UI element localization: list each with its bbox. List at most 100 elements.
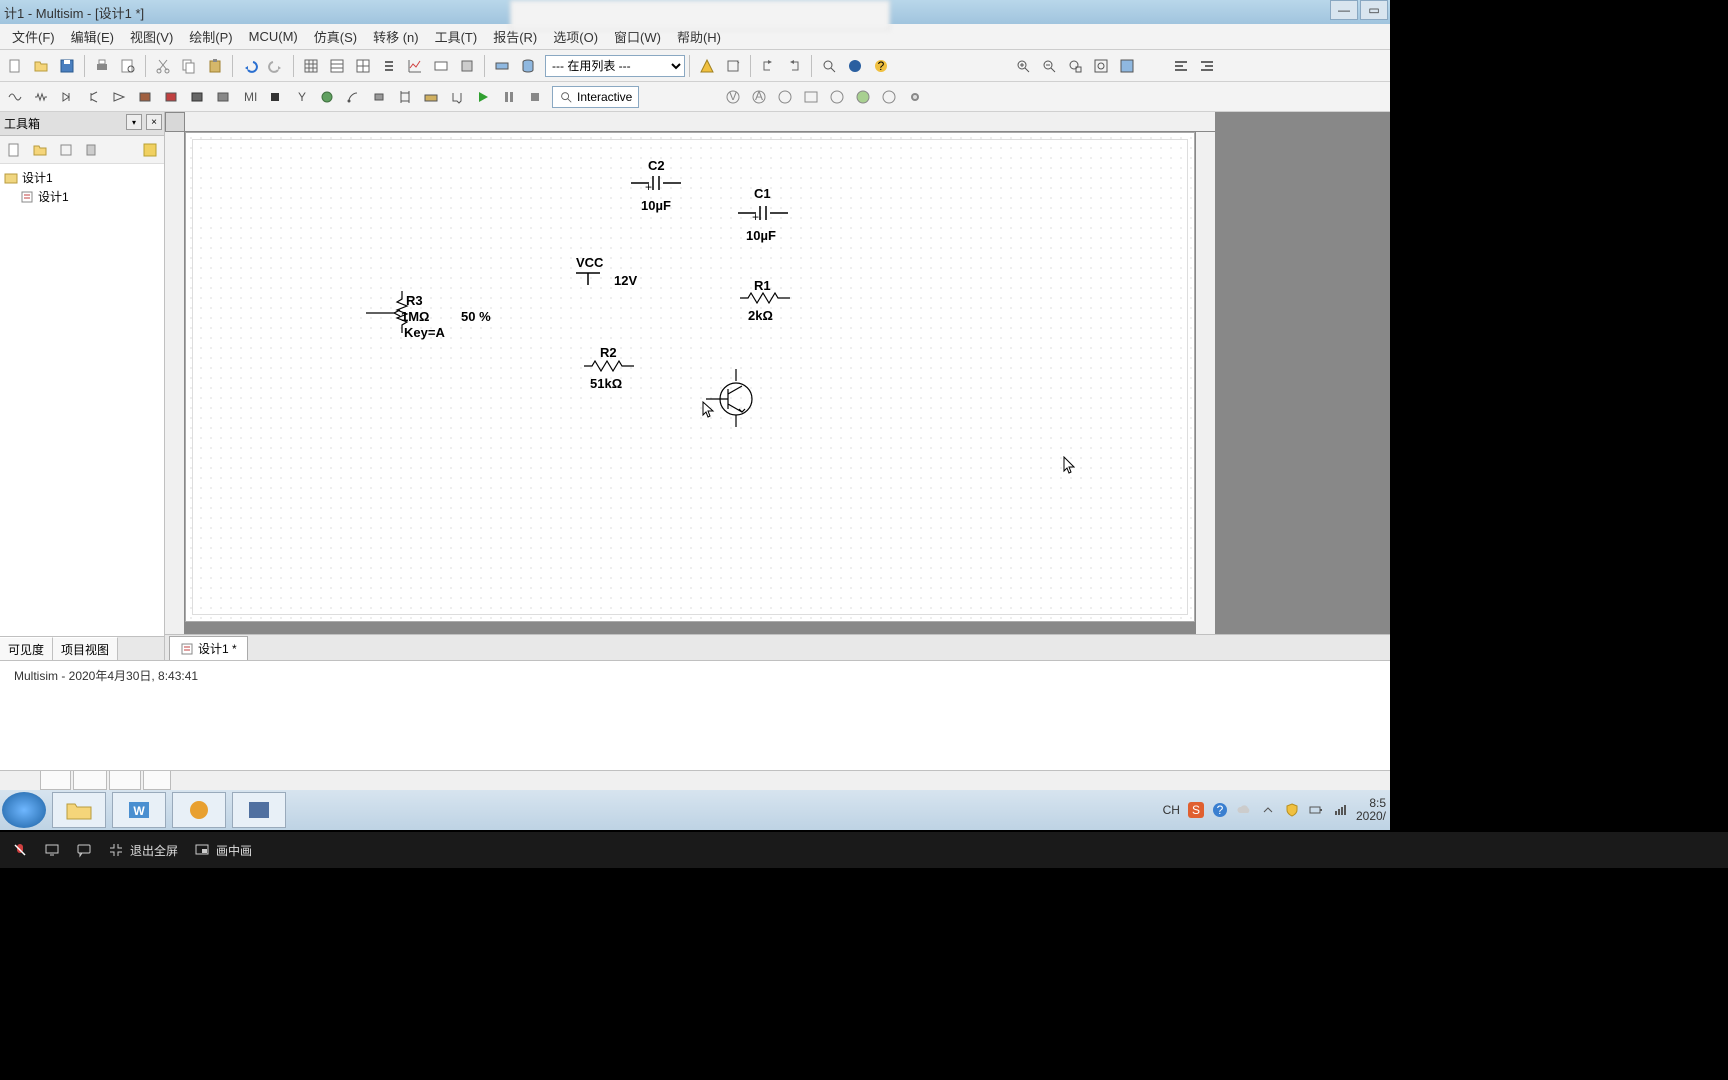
tree-child-node[interactable]: 设计1 bbox=[20, 187, 160, 206]
tool-icon[interactable] bbox=[455, 54, 479, 78]
overlay-exit-fullscreen[interactable]: 退出全屏 bbox=[108, 842, 178, 859]
undo-icon[interactable] bbox=[238, 54, 262, 78]
open-icon[interactable] bbox=[29, 54, 53, 78]
taskbar-explorer[interactable] bbox=[52, 792, 106, 828]
save-icon[interactable] bbox=[55, 54, 79, 78]
panel-open-icon[interactable] bbox=[30, 140, 50, 160]
ni-icon[interactable] bbox=[843, 54, 867, 78]
back-annotate-icon[interactable] bbox=[756, 54, 780, 78]
find-icon[interactable] bbox=[817, 54, 841, 78]
rf-icon[interactable] bbox=[341, 85, 365, 109]
tab-project-view[interactable]: 项目视图 bbox=[53, 637, 118, 660]
spreadsheet-icon[interactable] bbox=[325, 54, 349, 78]
grid-icon[interactable] bbox=[299, 54, 323, 78]
doc-tab-design1[interactable]: 设计1 * bbox=[169, 636, 248, 660]
copy-icon[interactable] bbox=[177, 54, 201, 78]
zoom-in-icon[interactable] bbox=[1011, 54, 1035, 78]
zoom-fit-icon[interactable] bbox=[1089, 54, 1113, 78]
place-bus-icon[interactable] bbox=[393, 85, 417, 109]
menu-tools[interactable]: 工具(T) bbox=[427, 24, 486, 49]
zoom-area-icon[interactable] bbox=[1063, 54, 1087, 78]
panel-save-icon[interactable] bbox=[56, 140, 76, 160]
cut-icon[interactable] bbox=[151, 54, 175, 78]
menu-view[interactable]: 视图(V) bbox=[122, 24, 181, 49]
menu-mcu[interactable]: MCU(M) bbox=[241, 26, 306, 47]
full-screen-icon[interactable] bbox=[1115, 54, 1139, 78]
menu-simulate[interactable]: 仿真(S) bbox=[306, 24, 365, 49]
taskbar-multisim[interactable] bbox=[232, 792, 286, 828]
c1-symbol[interactable]: + bbox=[738, 203, 788, 223]
hierarchical-icon[interactable] bbox=[419, 85, 443, 109]
help-icon[interactable]: ? bbox=[869, 54, 893, 78]
in-use-list-dropdown[interactable]: --- 在用列表 --- bbox=[545, 55, 685, 77]
menu-transfer[interactable]: 转移 (n) bbox=[365, 24, 427, 49]
advanced-icon[interactable] bbox=[315, 85, 339, 109]
tray-battery-icon[interactable] bbox=[1308, 802, 1324, 818]
tray-sogou-icon[interactable]: S bbox=[1188, 802, 1204, 818]
source-icon[interactable] bbox=[3, 85, 27, 109]
panel-close-icon[interactable]: × bbox=[146, 114, 162, 130]
bottom-tab-1[interactable] bbox=[40, 771, 71, 790]
tray-ime[interactable]: CH bbox=[1163, 803, 1180, 817]
overlay-pip[interactable]: 画中画 bbox=[194, 842, 252, 859]
r2-symbol[interactable] bbox=[584, 359, 634, 373]
panel-dropdown-icon[interactable]: ▾ bbox=[126, 114, 142, 130]
overlay-comment-icon[interactable] bbox=[76, 842, 92, 858]
postprocessor-icon[interactable] bbox=[429, 54, 453, 78]
stop-icon[interactable] bbox=[523, 85, 547, 109]
overlay-mic-off[interactable] bbox=[12, 842, 28, 858]
new-icon[interactable] bbox=[3, 54, 27, 78]
paste-icon[interactable] bbox=[203, 54, 227, 78]
grapher-icon[interactable] bbox=[403, 54, 427, 78]
instrument-a-icon[interactable]: A bbox=[747, 85, 771, 109]
tab-visibility[interactable]: 可见度 bbox=[0, 637, 53, 660]
power-icon[interactable] bbox=[263, 85, 287, 109]
instrument-osc-icon[interactable] bbox=[799, 85, 823, 109]
schematic-sheet[interactable]: C2 + 10µF C1 + 10µF VCC bbox=[185, 132, 1195, 622]
taskbar-wps[interactable]: W bbox=[112, 792, 166, 828]
overlay-screen-icon[interactable] bbox=[44, 842, 60, 858]
database-icon[interactable] bbox=[516, 54, 540, 78]
basic-icon[interactable] bbox=[29, 85, 53, 109]
analog-icon[interactable] bbox=[107, 85, 131, 109]
instrument-v-icon[interactable]: V bbox=[721, 85, 745, 109]
redo-icon[interactable] bbox=[264, 54, 288, 78]
schematic-canvas[interactable]: C2 + 10µF C1 + 10µF VCC bbox=[165, 112, 1390, 634]
tray-date[interactable]: 2020/ bbox=[1356, 810, 1386, 823]
misc-icon[interactable]: Y bbox=[289, 85, 313, 109]
diode-icon[interactable] bbox=[55, 85, 79, 109]
menu-file[interactable]: 文件(F) bbox=[4, 24, 63, 49]
electromech-icon[interactable] bbox=[367, 85, 391, 109]
analysis-mode-dropdown[interactable]: Interactive bbox=[552, 86, 639, 108]
menu-edit[interactable]: 编辑(E) bbox=[63, 24, 122, 49]
instrument-freq-icon[interactable] bbox=[851, 85, 875, 109]
forward-annotate-icon[interactable] bbox=[782, 54, 806, 78]
list-icon[interactable] bbox=[377, 54, 401, 78]
print-preview-icon[interactable] bbox=[116, 54, 140, 78]
panel-refresh-icon[interactable] bbox=[140, 140, 160, 160]
pause-icon[interactable] bbox=[497, 85, 521, 109]
tray-wifi-icon[interactable] bbox=[1332, 802, 1348, 818]
tree-root-node[interactable]: 设计1 bbox=[4, 168, 160, 187]
cmos-icon[interactable] bbox=[159, 85, 183, 109]
bottom-tab-3[interactable] bbox=[109, 771, 140, 790]
connector-icon[interactable] bbox=[445, 85, 469, 109]
tray-help-icon[interactable]: ? bbox=[1212, 802, 1228, 818]
place-icon[interactable] bbox=[721, 54, 745, 78]
print-icon[interactable] bbox=[90, 54, 114, 78]
c2-symbol[interactable]: + bbox=[631, 173, 681, 193]
erc-icon[interactable] bbox=[695, 54, 719, 78]
maximize-button[interactable]: ▭ bbox=[1360, 0, 1388, 20]
transistor-icon[interactable] bbox=[81, 85, 105, 109]
panel-new-icon[interactable] bbox=[4, 140, 24, 160]
zoom-out-icon[interactable] bbox=[1037, 54, 1061, 78]
panel-copy-icon[interactable] bbox=[82, 140, 102, 160]
transistor-placing[interactable] bbox=[706, 369, 756, 429]
bottom-tab-4[interactable] bbox=[143, 771, 171, 790]
instrument-dist-icon[interactable] bbox=[877, 85, 901, 109]
misc-digital-icon[interactable] bbox=[185, 85, 209, 109]
r1-symbol[interactable] bbox=[740, 291, 790, 305]
table-icon[interactable] bbox=[351, 54, 375, 78]
mixed-icon[interactable] bbox=[211, 85, 235, 109]
component-icon[interactable] bbox=[490, 54, 514, 78]
